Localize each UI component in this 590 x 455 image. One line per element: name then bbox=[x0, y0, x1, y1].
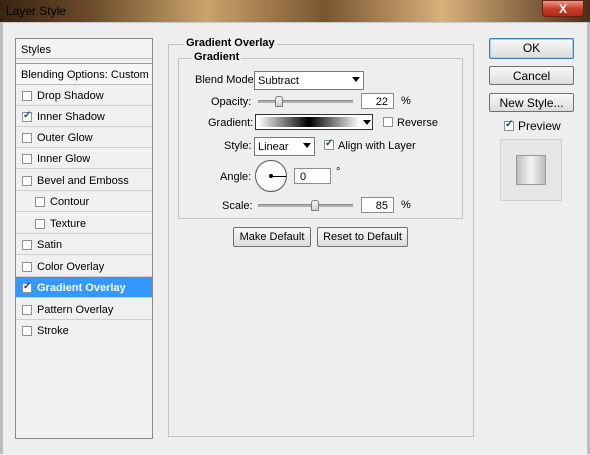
gradient-dropdown-arrow[interactable] bbox=[362, 114, 373, 130]
style-item-label: Satin bbox=[37, 239, 63, 251]
style-item-label: Texture bbox=[50, 218, 87, 230]
gradient-overlay-checkbox[interactable] bbox=[22, 281, 32, 293]
style-item-contour[interactable]: Contour bbox=[16, 191, 152, 212]
style-item-label: Contour bbox=[50, 196, 90, 208]
style-select[interactable]: Linear bbox=[254, 137, 315, 156]
texture-checkbox[interactable] bbox=[35, 219, 45, 229]
style-item-inner-shadow[interactable]: Inner Shadow bbox=[16, 106, 152, 127]
angle-needle bbox=[271, 176, 286, 177]
style-item-gradient-overlay[interactable]: Gradient Overlay bbox=[16, 277, 152, 298]
style-item-label: Outer Glow bbox=[37, 132, 93, 144]
preview-swatch bbox=[516, 155, 546, 185]
reverse-label: Reverse bbox=[397, 117, 438, 129]
style-item-label: Color Overlay bbox=[37, 261, 105, 273]
gradient-label: Gradient: bbox=[208, 117, 254, 129]
outer-glow-checkbox[interactable] bbox=[22, 133, 32, 143]
align-with-layer-checkbox[interactable] bbox=[324, 138, 334, 150]
style-item-texture[interactable]: Texture bbox=[16, 213, 152, 234]
window-title: Layer Style bbox=[6, 4, 67, 18]
style-item-drop-shadow[interactable]: Drop Shadow bbox=[16, 85, 152, 106]
style-item-color-overlay[interactable]: Color Overlay bbox=[16, 256, 152, 277]
opacity-slider-track[interactable] bbox=[258, 100, 353, 103]
scale-slider-thumb[interactable] bbox=[311, 200, 319, 211]
stroke-checkbox[interactable] bbox=[22, 326, 32, 336]
bevel-emboss-checkbox[interactable] bbox=[22, 176, 32, 186]
style-item-satin[interactable]: Satin bbox=[16, 234, 152, 255]
reverse-checkbox[interactable] bbox=[383, 117, 393, 127]
style-item-stroke[interactable]: Stroke bbox=[16, 320, 152, 341]
blend-mode-value: Subtract bbox=[258, 75, 299, 87]
satin-checkbox[interactable] bbox=[22, 240, 32, 250]
opacity-input[interactable]: 22 bbox=[361, 93, 394, 109]
style-item-outer-glow[interactable]: Outer Glow bbox=[16, 127, 152, 148]
scale-slider-track[interactable] bbox=[258, 204, 353, 207]
style-label: Style: bbox=[224, 140, 252, 152]
reset-to-default-button[interactable]: Reset to Default bbox=[317, 227, 408, 247]
pattern-overlay-checkbox[interactable] bbox=[22, 305, 32, 315]
degree-symbol: ° bbox=[336, 166, 341, 178]
chevron-down-icon bbox=[352, 77, 360, 82]
scale-input[interactable]: 85 bbox=[361, 197, 394, 213]
preview-checkbox[interactable] bbox=[504, 119, 514, 131]
title-bar: Layer Style X bbox=[0, 0, 590, 22]
opacity-slider-thumb[interactable] bbox=[274, 96, 283, 107]
style-value: Linear bbox=[258, 141, 289, 153]
style-item-label: Stroke bbox=[37, 325, 69, 337]
contour-checkbox[interactable] bbox=[35, 197, 45, 207]
style-item-pattern-overlay[interactable]: Pattern Overlay bbox=[16, 299, 152, 320]
style-preview bbox=[500, 139, 562, 201]
blend-mode-label: Blend Mode: bbox=[195, 74, 257, 86]
blending-options-item[interactable]: Blending Options: Custom bbox=[16, 63, 152, 85]
style-item-label: Pattern Overlay bbox=[37, 304, 114, 316]
group-title: Gradient Overlay bbox=[184, 37, 277, 49]
chevron-down-icon bbox=[303, 143, 311, 148]
subgroup-title: Gradient bbox=[192, 51, 242, 63]
color-overlay-checkbox[interactable] bbox=[22, 262, 32, 272]
angle-input[interactable]: 0 bbox=[294, 168, 331, 184]
style-item-inner-glow[interactable]: Inner Glow bbox=[16, 148, 152, 169]
styles-header[interactable]: Styles bbox=[16, 39, 152, 59]
style-item-label: Inner Shadow bbox=[37, 111, 105, 123]
blend-mode-select[interactable]: Subtract bbox=[254, 71, 364, 90]
inner-glow-checkbox[interactable] bbox=[22, 154, 32, 164]
gradient-picker[interactable] bbox=[255, 114, 363, 130]
style-item-label: Drop Shadow bbox=[37, 90, 104, 102]
style-item-label: Gradient Overlay bbox=[37, 282, 126, 294]
drop-shadow-checkbox[interactable] bbox=[22, 91, 32, 101]
angle-label: Angle: bbox=[220, 171, 252, 183]
angle-dial[interactable] bbox=[255, 160, 287, 192]
opacity-label: Opacity: bbox=[211, 96, 252, 108]
angle-center-dot bbox=[269, 174, 273, 178]
style-item-label: Bevel and Emboss bbox=[37, 175, 129, 187]
close-button[interactable]: X bbox=[542, 0, 584, 17]
opacity-percent: % bbox=[401, 95, 411, 107]
ok-button[interactable]: OK bbox=[489, 38, 574, 59]
inner-shadow-checkbox[interactable] bbox=[22, 110, 32, 122]
preview-label: Preview bbox=[518, 119, 561, 133]
scale-label: Scale: bbox=[222, 200, 253, 212]
make-default-button[interactable]: Make Default bbox=[233, 227, 311, 247]
style-item-label: Inner Glow bbox=[37, 153, 91, 165]
style-item-bevel-emboss[interactable]: Bevel and Emboss bbox=[16, 170, 152, 191]
cancel-button[interactable]: Cancel bbox=[489, 66, 574, 85]
scale-percent: % bbox=[401, 199, 411, 211]
new-style-button[interactable]: New Style... bbox=[489, 93, 574, 112]
align-with-layer-label: Align with Layer bbox=[338, 140, 416, 152]
gradient-preview bbox=[258, 117, 360, 127]
window-frame-left bbox=[0, 22, 3, 454]
